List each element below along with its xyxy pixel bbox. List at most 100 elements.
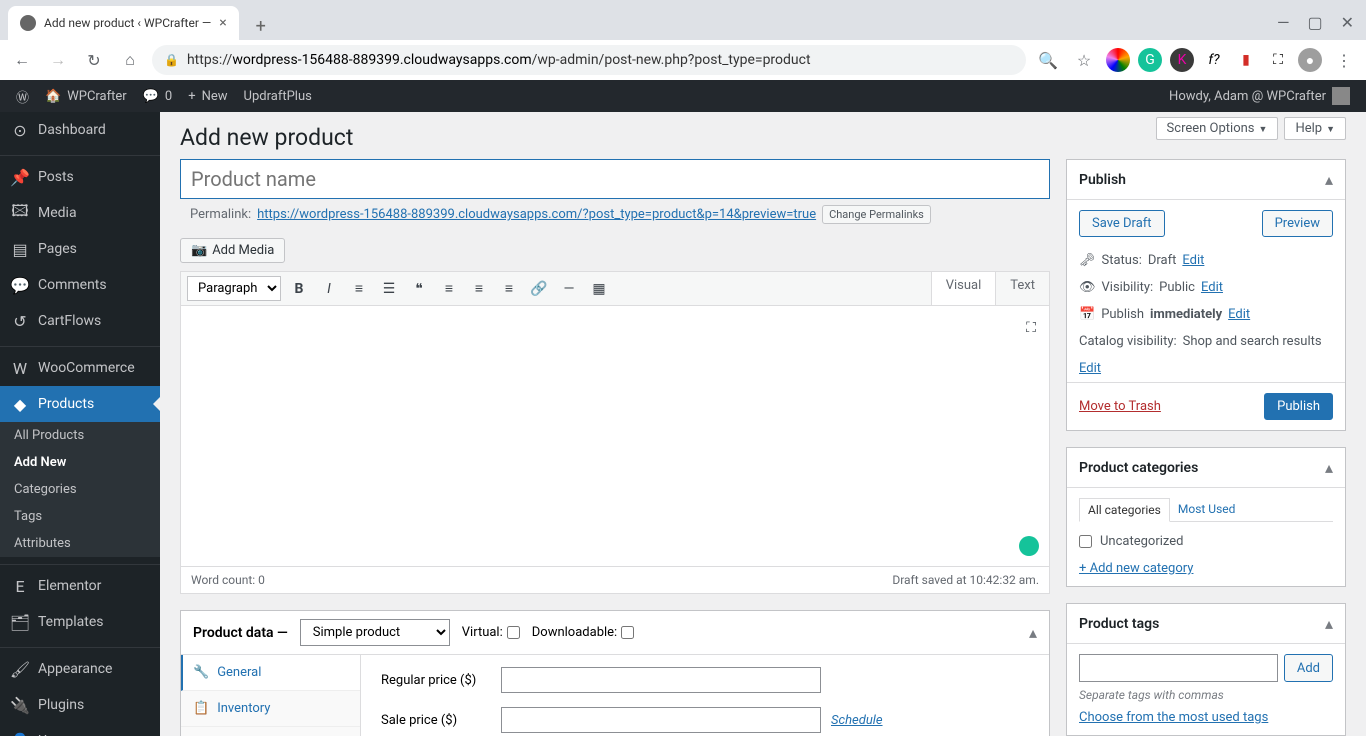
comment-icon: 💬 [10,275,30,295]
grammarly-icon[interactable] [1019,536,1039,556]
close-icon[interactable]: × [219,15,226,31]
pd-tab-inventory[interactable]: 📋Inventory [181,691,360,727]
permalink-url[interactable]: https://wordpress-156488-889399.cloudway… [257,207,816,222]
menu-appearance[interactable]: 🖌Appearance [0,651,160,687]
ext-icon-k[interactable]: K [1170,48,1194,72]
chevron-up-icon[interactable]: ▴ [1325,458,1333,477]
editor-body[interactable] [181,306,1049,566]
menu-pages[interactable]: ▤Pages [0,231,160,267]
edit-visibility-link[interactable]: Edit [1201,280,1223,295]
pd-tab-general[interactable]: 🔧General [181,655,360,691]
submenu-categories[interactable]: Categories [0,476,160,503]
ext-icon-lastpass[interactable]: ▮ [1234,48,1258,72]
howdy-link[interactable]: Howdy, Adam @ WPCrafter [1161,80,1358,112]
home-button[interactable]: ⌂ [116,46,144,74]
toolbar-toggle-button[interactable]: ▦ [587,277,611,301]
chevron-up-icon[interactable]: ▴ [1029,623,1037,642]
window-maximize-icon[interactable]: ▢ [1307,13,1322,32]
product-type-select[interactable]: Simple product [300,619,450,646]
zoom-icon[interactable]: 🔍 [1034,46,1062,74]
bold-button[interactable]: B [287,277,311,301]
regular-price-input[interactable] [501,667,821,693]
edit-status-link[interactable]: Edit [1182,253,1204,268]
quote-button[interactable]: ❝ [407,277,431,301]
profile-icon[interactable]: ● [1298,48,1322,72]
link-button[interactable]: 🔗 [527,277,551,301]
submenu-tags[interactable]: Tags [0,503,160,530]
virtual-checkbox-label[interactable]: Virtual: [462,625,520,640]
ext-icon-f[interactable]: f? [1202,48,1226,72]
bullet-list-button[interactable]: ≡ [347,277,371,301]
back-button[interactable]: ← [8,46,36,74]
menu-users[interactable]: 👤Users [0,723,160,736]
submenu-attributes[interactable]: Attributes [0,530,160,557]
tab-visual[interactable]: Visual [931,272,996,305]
site-link[interactable]: 🏠WPCrafter [37,80,135,112]
preview-button[interactable]: Preview [1262,210,1333,237]
publish-button[interactable]: Publish [1264,393,1333,420]
ext-icon-1[interactable] [1106,48,1130,72]
menu-products[interactable]: ◆Products [0,386,160,422]
chevron-up-icon[interactable]: ▴ [1325,614,1333,633]
number-list-button[interactable]: ☰ [377,277,401,301]
category-item[interactable]: Uncategorized [1079,530,1333,553]
add-media-button[interactable]: 📷Add Media [180,238,285,263]
downloadable-checkbox-label[interactable]: Downloadable: [532,625,634,640]
align-right-button[interactable]: ≡ [497,277,521,301]
menu-comments[interactable]: 💬Comments [0,267,160,303]
format-select[interactable]: Paragraph [187,276,281,301]
more-button[interactable]: — [557,277,581,301]
product-name-input[interactable] [180,159,1050,199]
cat-tab-most[interactable]: Most Used [1170,498,1244,521]
screen-options-button[interactable]: Screen Options▼ [1156,117,1279,140]
add-category-link[interactable]: + Add new category [1079,561,1333,576]
menu-templates[interactable]: 🗂Templates [0,604,160,640]
virtual-checkbox[interactable] [507,626,520,639]
address-bar[interactable]: 🔒 https://wordpress-156488-889399.cloudw… [152,45,1026,75]
woo-icon: W [10,358,30,378]
updraft-link[interactable]: UpdraftPlus [236,80,320,112]
wp-logo-icon[interactable]: Ⓦ [8,80,37,112]
downloadable-checkbox[interactable] [621,626,634,639]
cat-tab-all[interactable]: All categories [1079,498,1170,522]
edit-catalog-link[interactable]: Edit [1079,361,1101,376]
italic-button[interactable]: I [317,277,341,301]
help-button[interactable]: Help▼ [1284,117,1346,140]
menu-woocommerce[interactable]: WWooCommerce [0,350,160,386]
tab-text[interactable]: Text [995,272,1049,305]
tag-input[interactable] [1079,654,1278,682]
submenu-add-new[interactable]: Add New [0,449,160,476]
choose-tags-link[interactable]: Choose from the most used tags [1079,710,1333,725]
align-left-button[interactable]: ≡ [437,277,461,301]
save-draft-button[interactable]: Save Draft [1079,210,1165,237]
change-permalinks-button[interactable]: Change Permalinks [822,205,931,224]
reload-button[interactable]: ↻ [80,46,108,74]
menu-posts[interactable]: 📌Posts [0,159,160,195]
add-tag-button[interactable]: Add [1284,654,1333,682]
publish-title: Publish [1079,172,1126,188]
sale-price-input[interactable] [501,707,821,733]
align-center-button[interactable]: ≡ [467,277,491,301]
window-minimize-icon[interactable]: — [1277,13,1290,32]
new-tab-button[interactable]: + [247,12,275,40]
comments-link[interactable]: 💬0 [135,80,181,112]
window-close-icon[interactable]: ✕ [1341,13,1354,32]
bookmark-star-icon[interactable]: ☆ [1070,46,1098,74]
menu-media[interactable]: 🖾Media [0,195,160,231]
new-link[interactable]: +New [180,80,235,112]
browser-tab[interactable]: Add new product ‹ WPCrafter — × [8,6,239,40]
ext-icon-grammarly[interactable]: G [1138,48,1162,72]
category-checkbox[interactable] [1079,535,1092,548]
ext-icon-focus[interactable]: ⛶ [1266,48,1290,72]
menu-dashboard[interactable]: ⊙Dashboard [0,112,160,148]
chevron-up-icon[interactable]: ▴ [1325,170,1333,189]
menu-plugins[interactable]: 🔌Plugins [0,687,160,723]
pd-tab-shipping[interactable]: 🚚Shipping [181,727,360,736]
submenu-all-products[interactable]: All Products [0,422,160,449]
schedule-link[interactable]: Schedule [831,713,883,728]
menu-cartflows[interactable]: ↺CartFlows [0,303,160,339]
menu-icon[interactable]: ⋮ [1330,46,1358,74]
edit-publish-link[interactable]: Edit [1228,307,1250,322]
trash-link[interactable]: Move to Trash [1079,399,1161,414]
menu-elementor[interactable]: EElementor [0,568,160,604]
